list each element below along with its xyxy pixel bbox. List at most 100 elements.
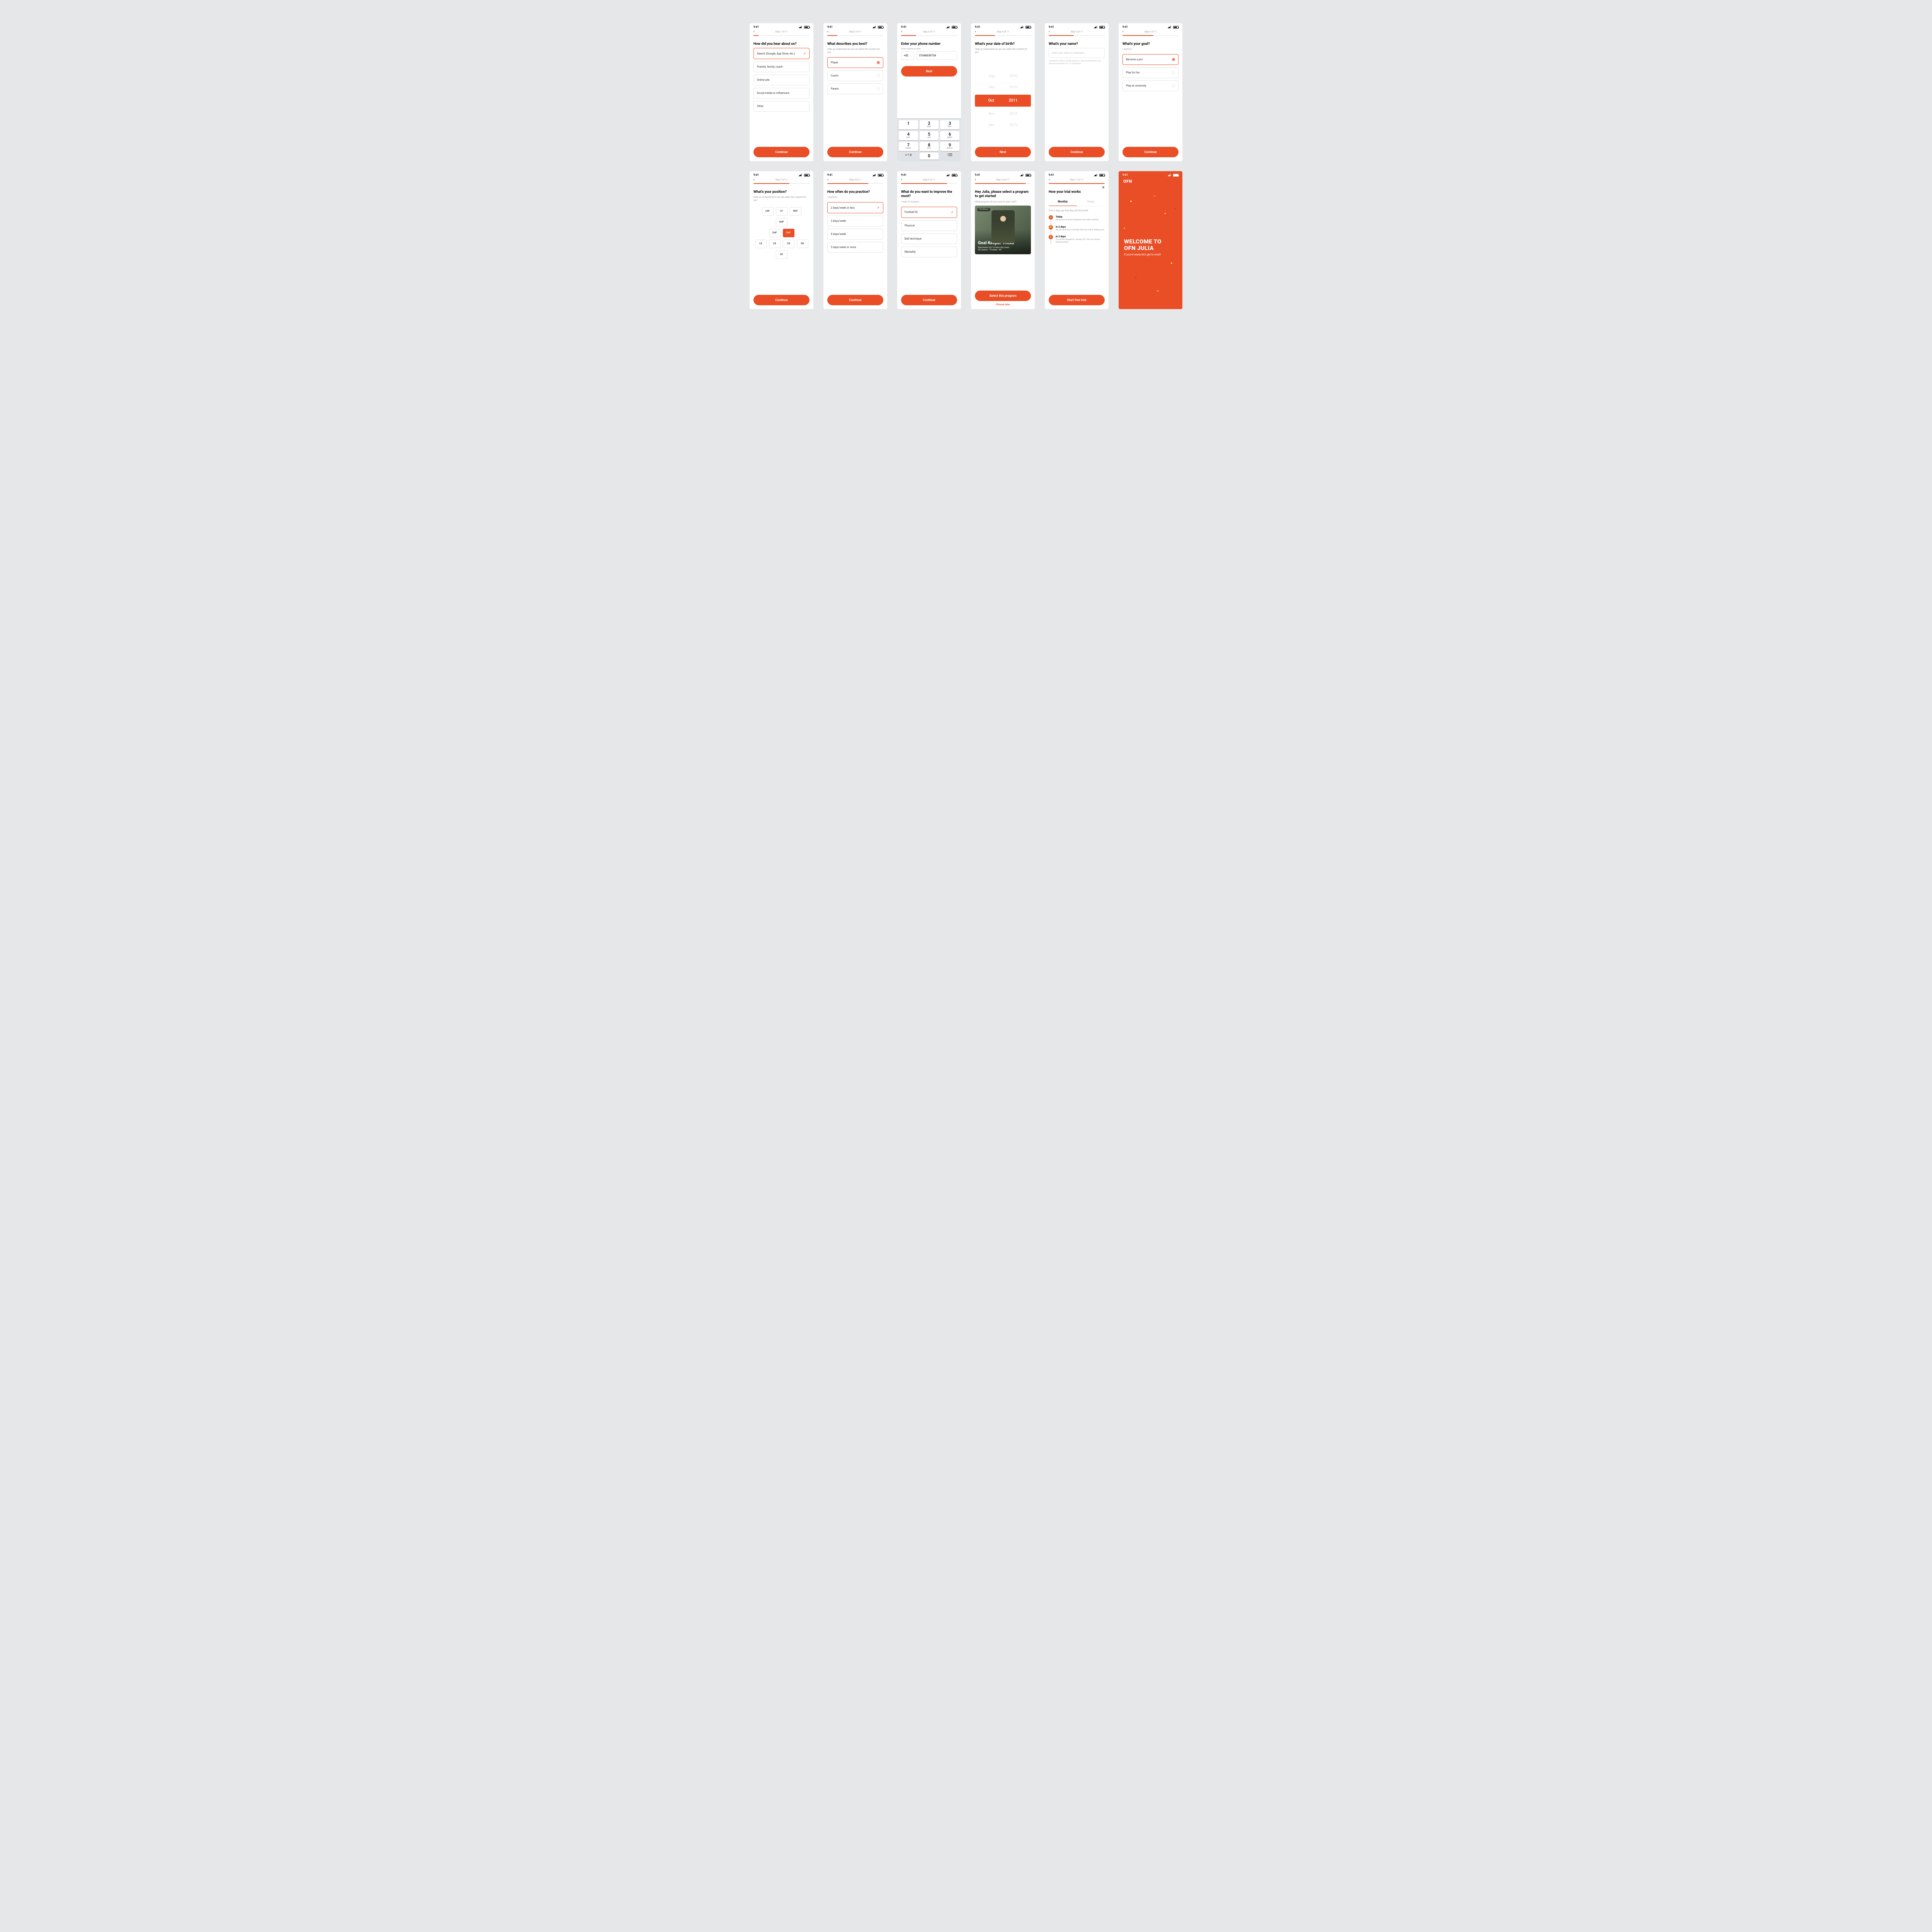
back-button[interactable]: ‹ [753,178,755,182]
battery-icon [878,26,883,29]
key-7[interactable]: 7PQRS [899,142,918,151]
key-1[interactable]: 1 [899,120,918,129]
pos-rwf[interactable]: RWF [790,207,801,216]
key-6[interactable]: 6MNO [940,131,959,140]
pos-lb[interactable]: LB [755,240,767,248]
screen-step-9: 9:41 ‹Step 9 of 11 What do you want to i… [897,171,961,309]
signal-icon [1020,174,1024,176]
pos-amf[interactable]: AMF [776,218,787,226]
option-player[interactable]: Player [827,57,883,68]
pos-cmf[interactable]: CMF [769,229,781,237]
pos-lwf[interactable]: LWF [762,207,774,216]
back-button[interactable]: ‹ [1122,30,1124,34]
option-fun[interactable]: Play for fun [1122,67,1179,78]
status-icons [1094,173,1105,177]
option-search[interactable]: Search (Google, App Store, etc.) ✓ [753,48,810,59]
pos-cb1[interactable]: CB [769,240,781,248]
back-button[interactable]: ‹ [975,30,976,34]
option-physical[interactable]: Physical [901,220,957,231]
name-input[interactable]: Enter your name or nickname [1049,48,1105,58]
pos-gk[interactable]: GK [776,250,787,259]
key-0[interactable]: 0 [920,153,939,160]
option-pro[interactable]: Become a pro [1122,54,1179,65]
confetti-speck [1124,228,1125,229]
tab-yearly[interactable]: Yearly [1077,198,1105,206]
key-9[interactable]: 9WXYZ [940,142,959,151]
back-button[interactable]: ‹ [1049,30,1050,34]
key-4[interactable]: 4GHI [899,131,918,140]
continue-button[interactable]: Continue [753,295,810,305]
key-2[interactable]: 2ABC [920,120,939,129]
start-trial-button[interactable]: Start free trial [1049,295,1105,305]
continue-button[interactable]: Continue [1122,147,1179,157]
program-card[interactable]: PHYSICAL Goal Keeper Tricks Manchester u… [975,206,1031,254]
option-football-iq[interactable]: Football IQ✓ [901,207,957,218]
option-3days[interactable]: 3 days/week [827,216,883,226]
screen-subtitle: I want to… [1122,48,1179,51]
status-icons [872,26,883,29]
option-ball-technique[interactable]: Ball technique [901,233,957,244]
continue-button[interactable]: Continue [901,295,957,305]
option-other[interactable]: Other [753,101,810,112]
option-parent[interactable]: Parent [827,83,883,94]
option-ads[interactable]: Online ads [753,75,810,85]
option-label: Search (Google, App Store, etc.) [757,52,795,55]
continue-button[interactable]: Continue [1049,147,1105,157]
next-button[interactable]: Next [901,66,957,77]
pos-cf[interactable]: CF [776,207,787,216]
step-label: Step 5 of 11 [1045,31,1109,33]
progress-header: ‹Step 9 of 11 [897,177,961,183]
option-4days[interactable]: 4 days/week [827,229,883,240]
key-symbols[interactable]: + * # [899,153,918,160]
pos-cb2[interactable]: CB [783,240,794,248]
key-8[interactable]: 8TUV [920,142,939,151]
progress-header: ‹Step 6 of 11 [1119,29,1182,35]
status-bar: 9:41 [1045,23,1109,29]
option-social[interactable]: Social media or influencers [753,88,810,99]
pos-dmf[interactable]: DMF [783,229,794,237]
date-row: Nov2012 [975,110,1031,118]
country-code-selector[interactable]: +82⌄ [901,51,914,60]
status-time: 9:41 [975,26,980,29]
screen-step-7: 9:41 ‹Step 7 of 11 What's your position?… [750,171,813,309]
status-time: 9:41 [975,173,980,177]
status-icons [799,173,810,177]
close-button[interactable]: ✕ [1102,186,1105,190]
option-coach[interactable]: Coach [827,70,883,81]
key-3[interactable]: 3DEF [940,120,959,129]
battery-icon [878,174,883,177]
option-friends[interactable]: Friends, family, coach [753,61,810,72]
choose-later-link[interactable]: Choose later [971,302,1035,309]
back-button[interactable]: ‹ [901,178,902,182]
tab-monthly[interactable]: Monthly [1049,198,1077,206]
back-button[interactable]: ‹ [753,30,755,34]
back-button[interactable]: ‹ [827,178,828,182]
key-5[interactable]: 5JKL [920,131,939,140]
confetti-speck [1175,207,1176,209]
back-button[interactable]: ‹ [1049,178,1050,182]
back-button[interactable]: ‹ [975,178,976,182]
continue-button[interactable]: Continue [827,147,883,157]
phone-input[interactable]: 01046039734 [916,51,957,60]
continue-button[interactable]: Continue [753,147,810,157]
step-label: Step 11 of 11 [1045,179,1109,181]
back-button[interactable]: ‹ [901,30,902,34]
date-picker[interactable]: Aug2010 Sep2010 Oct2011 Nov2012 Dec2013 [975,57,1031,144]
progress-bar [975,35,1031,36]
option-mentality[interactable]: Mentality [901,247,957,257]
status-time: 9:41 [753,173,759,177]
continue-button[interactable]: Continue [827,295,883,305]
back-button[interactable]: ‹ [827,30,828,34]
status-time: 9:41 [1122,173,1128,177]
option-university[interactable]: Play at university [1122,80,1179,91]
status-bar: 9:41 [750,171,813,177]
option-5days[interactable]: 5 days/week or more [827,242,883,253]
next-button[interactable]: Next [975,147,1031,157]
key-backspace[interactable]: ⌫ [940,153,959,160]
option-label: Mentality [905,250,916,253]
date-row-selected: Oct2011 [975,95,1031,107]
select-program-button[interactable]: Select this program [975,291,1031,301]
pos-rb[interactable]: RB [797,240,808,248]
step-label: Step 9 of 11 [897,179,961,181]
option-2days[interactable]: 2 days/week or less✓ [827,202,883,213]
